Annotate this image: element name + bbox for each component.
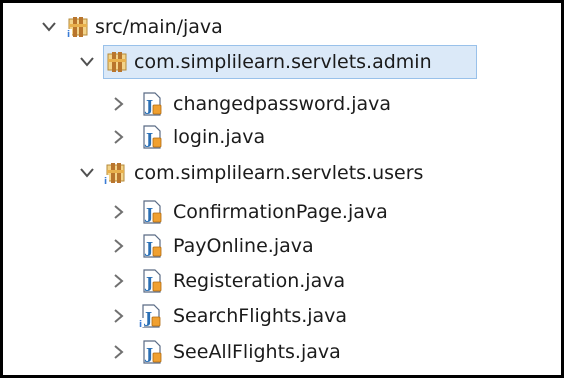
package-label: com.simplilearn.servlets.users: [134, 162, 424, 184]
svg-text:J: J: [144, 205, 153, 223]
svg-text:J: J: [144, 274, 153, 292]
svg-text:J: J: [144, 97, 153, 115]
package-folder-icon: i: [66, 15, 88, 39]
chevron-right-icon[interactable]: [112, 130, 126, 144]
svg-text:J: J: [144, 345, 153, 363]
chevron-right-icon[interactable]: [112, 345, 126, 359]
java-file-icon: J: [141, 340, 163, 364]
chevron-down-icon[interactable]: [80, 55, 94, 69]
chevron-right-icon[interactable]: [112, 97, 126, 111]
tree-node-package-admin[interactable]: com.simplilearn.servlets.admin: [3, 45, 561, 79]
chevron-down-icon[interactable]: [80, 166, 94, 180]
tree-node-file[interactable]: J i SearchFlights.java: [3, 299, 561, 333]
svg-text:J: J: [144, 130, 153, 148]
package-info-icon: i: [103, 161, 125, 185]
tree-node-file[interactable]: J PayOnline.java: [3, 229, 561, 263]
chevron-right-icon[interactable]: [112, 239, 126, 253]
file-label: SearchFlights.java: [173, 305, 348, 327]
tree-node-file[interactable]: J ConfirmationPage.java: [3, 195, 561, 229]
file-label: SeeAllFlights.java: [173, 341, 341, 363]
tree-node-file[interactable]: J Registeration.java: [3, 264, 561, 298]
java-file-icon: J: [141, 92, 163, 116]
java-file-icon: J: [141, 125, 163, 149]
package-icon: [106, 50, 128, 74]
file-label: ConfirmationPage.java: [173, 201, 388, 223]
source-folder-label: src/main/java: [95, 16, 223, 38]
svg-text:J: J: [143, 309, 152, 327]
svg-text:J: J: [144, 239, 153, 257]
java-file-icon: J: [141, 269, 163, 293]
chevron-right-icon[interactable]: [112, 205, 126, 219]
tree-node-file[interactable]: J SeeAllFlights.java: [3, 335, 561, 369]
package-label: com.simplilearn.servlets.admin: [134, 51, 432, 73]
java-file-info-icon: J i: [138, 304, 161, 328]
chevron-right-icon[interactable]: [112, 274, 126, 288]
chevron-right-icon[interactable]: [112, 309, 126, 323]
tree-node-file[interactable]: J login.java: [3, 120, 561, 154]
tree-node-source-folder[interactable]: i src/main/java: [3, 10, 561, 44]
file-label: Registeration.java: [173, 270, 346, 292]
tree-node-file[interactable]: J changedpassword.java: [3, 87, 561, 121]
file-label: changedpassword.java: [173, 93, 392, 115]
package-explorer-panel: i src/main/java com.simplilearn.servlets…: [0, 0, 564, 378]
tree-node-package-users[interactable]: i com.simplilearn.servlets.users: [3, 156, 561, 190]
svg-text:i: i: [104, 177, 107, 185]
java-file-icon: J: [141, 234, 163, 258]
svg-text:i: i: [139, 320, 142, 328]
file-label: login.java: [173, 126, 266, 148]
svg-text:i: i: [67, 30, 70, 39]
file-label: PayOnline.java: [173, 235, 314, 257]
chevron-down-icon[interactable]: [42, 20, 56, 34]
java-file-icon: J: [141, 200, 163, 224]
